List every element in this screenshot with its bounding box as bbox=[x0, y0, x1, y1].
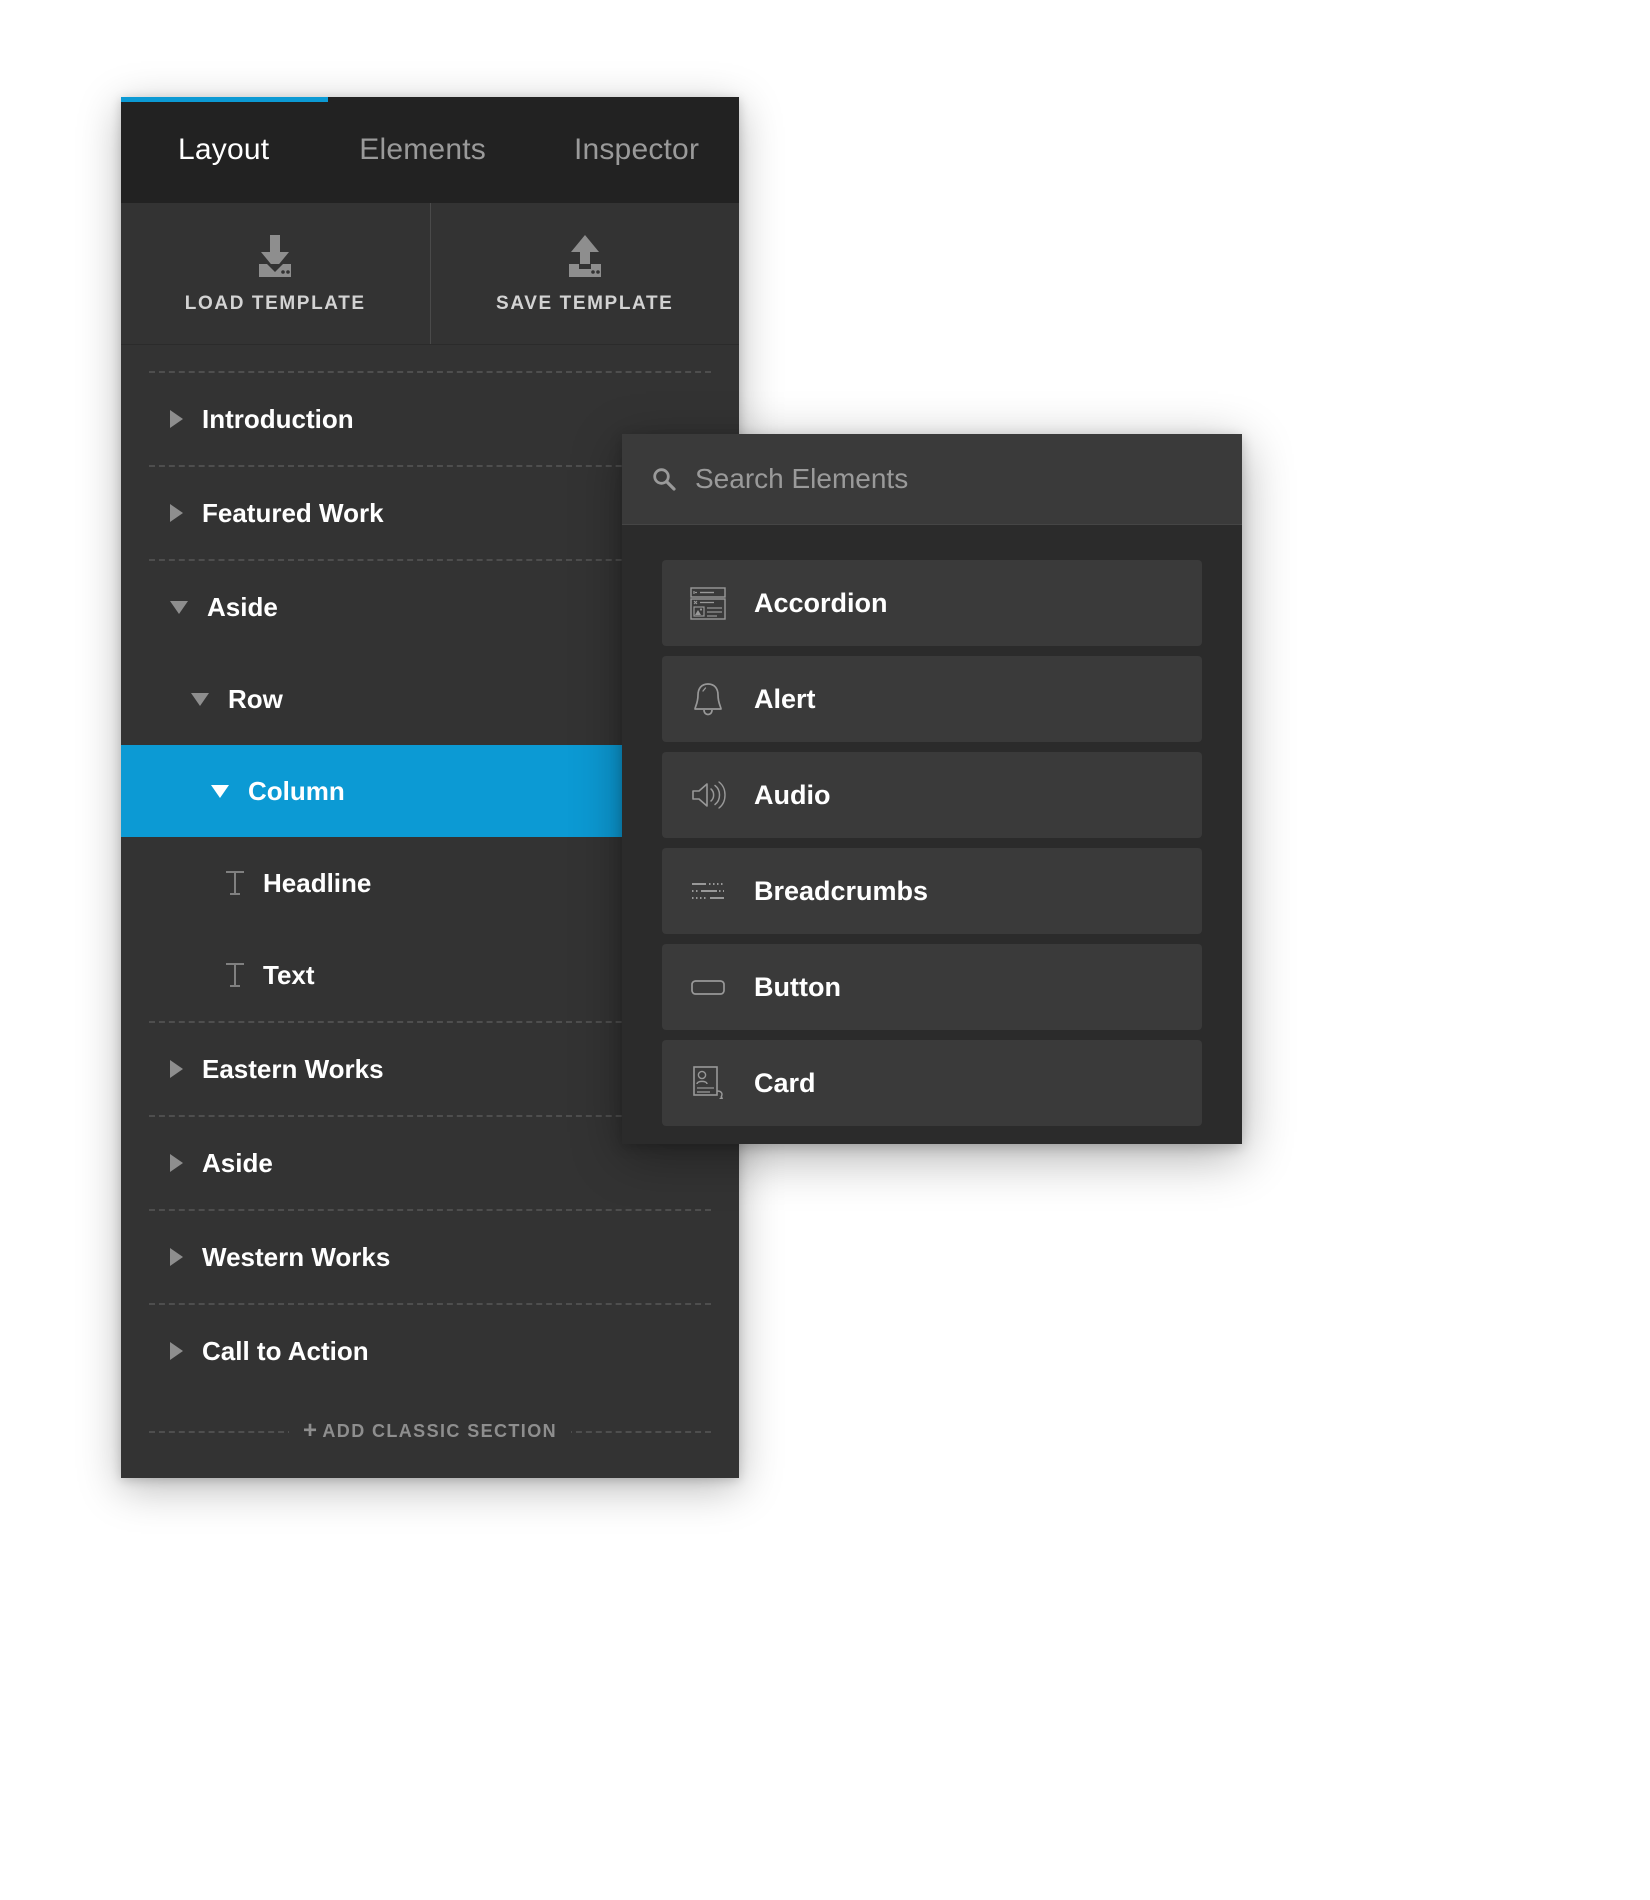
tree-row-label: Western Works bbox=[202, 1241, 391, 1272]
element-label: Audio bbox=[754, 779, 831, 810]
element-item-alert[interactable]: Alert bbox=[662, 656, 1202, 742]
element-label: Breadcrumbs bbox=[754, 875, 929, 906]
save-template-button[interactable]: SAVE TEMPLATE bbox=[429, 203, 739, 344]
download-icon bbox=[259, 234, 292, 277]
save-template-label: SAVE TEMPLATE bbox=[496, 292, 674, 314]
bell-icon bbox=[694, 683, 722, 716]
tree-row-call-to-action[interactable]: Call to Action bbox=[121, 1305, 739, 1397]
tree-row-label: Text bbox=[263, 959, 315, 990]
upload-icon bbox=[568, 234, 601, 277]
tree-row-label: Featured Work bbox=[202, 497, 384, 528]
tab-inspector[interactable]: Inspector bbox=[574, 133, 699, 167]
element-label: Accordion bbox=[754, 587, 888, 618]
plus-icon: + bbox=[302, 1417, 319, 1444]
chevron-right-icon[interactable] bbox=[170, 1342, 183, 1360]
tree-row-label: Call to Action bbox=[202, 1335, 369, 1366]
element-item-audio[interactable]: Audio bbox=[662, 752, 1202, 838]
element-label: Button bbox=[754, 971, 841, 1002]
tree-row-label: Row bbox=[228, 683, 283, 714]
button-icon bbox=[691, 980, 725, 995]
add-section-inner: + ADD CLASSIC SECTION bbox=[288, 1417, 572, 1444]
tree-row-label: Eastern Works bbox=[202, 1053, 384, 1084]
load-template-button[interactable]: LOAD TEMPLATE bbox=[121, 203, 430, 344]
template-actions: LOAD TEMPLATE SAVE TEMPLATE bbox=[121, 203, 739, 345]
chevron-right-icon[interactable] bbox=[170, 1154, 183, 1172]
element-label: Card bbox=[754, 1067, 816, 1098]
tree-row-label: Introduction bbox=[202, 403, 354, 434]
element-item-card[interactable]: Card bbox=[662, 1040, 1202, 1126]
search-icon bbox=[653, 468, 676, 491]
text-icon bbox=[226, 963, 244, 987]
chevron-right-icon[interactable] bbox=[170, 410, 183, 428]
app-root: Layout Elements Inspector LOAD TEMPLATE bbox=[0, 0, 1650, 1900]
chevron-down-icon[interactable] bbox=[211, 784, 229, 798]
tree-row-western-works[interactable]: Western Works bbox=[121, 1211, 739, 1303]
active-tab-indicator bbox=[121, 97, 328, 102]
chevron-right-icon[interactable] bbox=[170, 504, 183, 522]
chevron-down-icon[interactable] bbox=[191, 692, 209, 706]
search-input[interactable] bbox=[695, 463, 1242, 495]
tree-row-label: Aside bbox=[202, 1147, 273, 1178]
elements-list: Accordion Alert Audio Breadcrumbs Button… bbox=[622, 525, 1242, 1126]
element-item-accordion[interactable]: Accordion bbox=[662, 560, 1202, 646]
chevron-right-icon[interactable] bbox=[170, 1248, 183, 1266]
card-icon bbox=[693, 1066, 723, 1099]
speaker-icon bbox=[692, 781, 726, 809]
add-classic-section-button[interactable]: + ADD CLASSIC SECTION bbox=[121, 1401, 739, 1461]
element-item-breadcrumbs[interactable]: Breadcrumbs bbox=[662, 848, 1202, 934]
element-label: Alert bbox=[754, 683, 816, 714]
panel-tabbar: Layout Elements Inspector bbox=[121, 97, 739, 203]
tree-row-label: Column bbox=[248, 775, 345, 806]
load-template-label: LOAD TEMPLATE bbox=[184, 292, 366, 314]
chevron-right-icon[interactable] bbox=[170, 1060, 183, 1078]
tree-row-label: Aside bbox=[207, 591, 278, 622]
elements-panel: Accordion Alert Audio bbox=[622, 434, 1242, 1144]
tab-elements[interactable]: Elements bbox=[359, 133, 486, 167]
tree-row-label: Headline bbox=[263, 867, 372, 898]
tab-layout[interactable]: Layout bbox=[178, 133, 269, 167]
element-item-button[interactable]: Button bbox=[662, 944, 1202, 1030]
chevron-down-icon[interactable] bbox=[170, 600, 188, 614]
breadcrumbs-icon bbox=[692, 883, 724, 899]
text-icon bbox=[226, 871, 244, 895]
accordion-icon bbox=[690, 587, 726, 620]
search-bar bbox=[622, 434, 1242, 525]
add-section-label: ADD CLASSIC SECTION bbox=[322, 1420, 558, 1441]
